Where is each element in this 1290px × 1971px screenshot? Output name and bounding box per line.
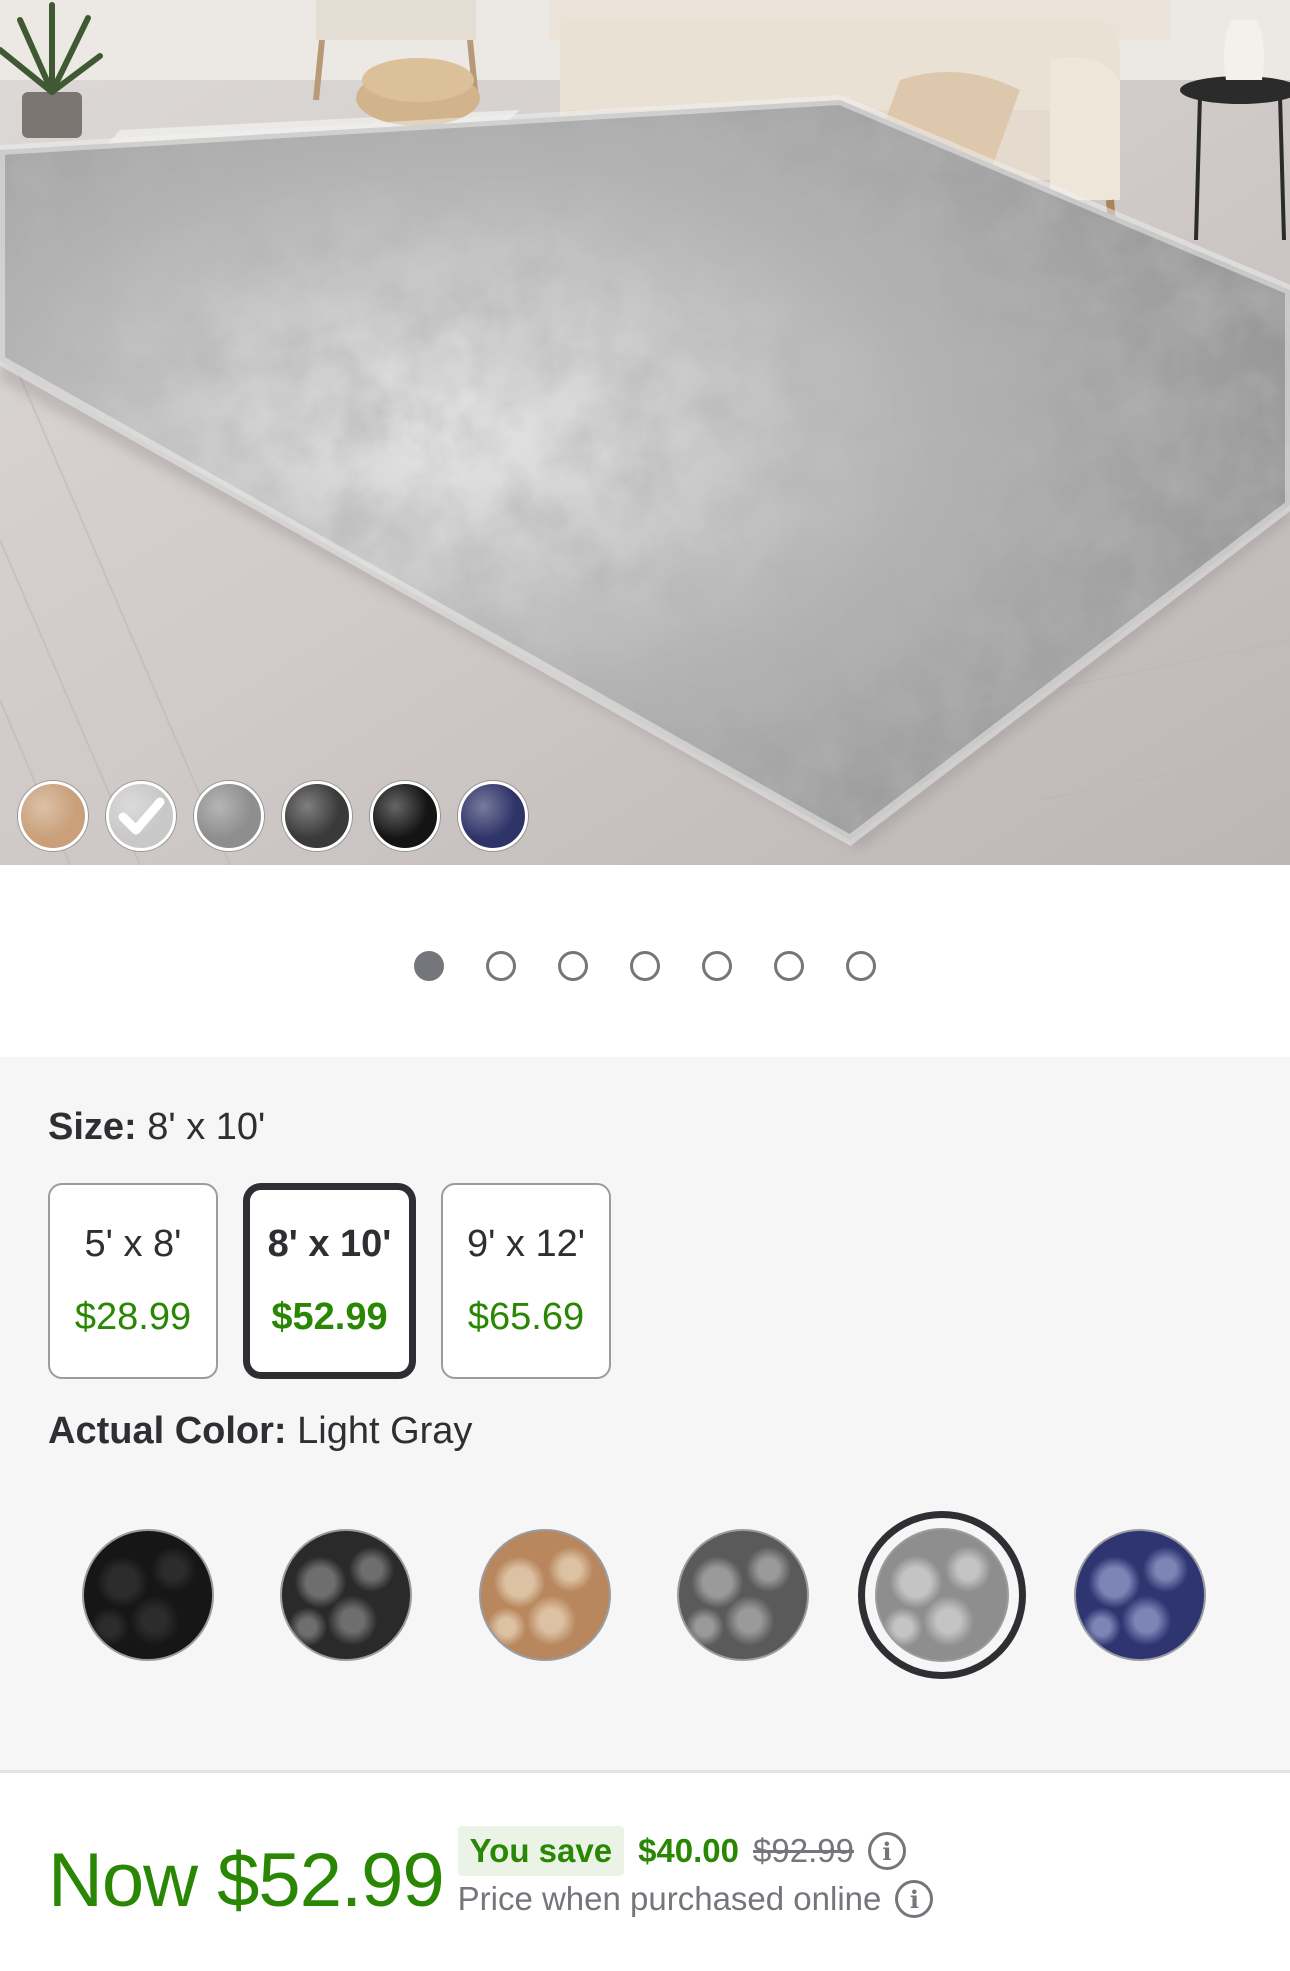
tan-rug-swatch[interactable]	[18, 781, 88, 851]
size-option-price: $65.69	[467, 1296, 585, 1338]
color-label: Actual Color:	[48, 1410, 287, 1452]
carousel-pagination	[0, 865, 1290, 1057]
info-icon[interactable]: i	[895, 1880, 934, 1918]
light-gray-swatch	[874, 1528, 1009, 1662]
color-label-row: Actual Color: Light Gray	[48, 1409, 1242, 1453]
dark-gray-swatch	[677, 1529, 810, 1661]
size-label: Size:	[48, 1106, 137, 1148]
tan-swatch	[478, 1529, 611, 1661]
navy-swatch	[1073, 1529, 1206, 1661]
color-swatch-button[interactable]	[262, 1511, 430, 1679]
product-photo	[0, 0, 1290, 865]
product-image-carousel[interactable]	[0, 0, 1290, 865]
navy-rug-swatch[interactable]	[458, 781, 528, 851]
price-note: Price when purchased online	[457, 1880, 882, 1917]
color-swatch-button[interactable]	[1056, 1511, 1224, 1679]
size-label-row: Size: 8' x 10'	[48, 1105, 1242, 1149]
size-option-card[interactable]: 8' x 10' $52.99	[243, 1183, 416, 1379]
current-price: Now $52.99	[48, 1837, 445, 1923]
color-swatch-button[interactable]	[857, 1511, 1026, 1679]
color-swatch-button[interactable]	[659, 1511, 827, 1679]
info-icon[interactable]: i	[867, 1832, 906, 1870]
online-price-row: Price when purchased online i	[458, 1880, 934, 1918]
carousel-dot[interactable]	[702, 951, 732, 981]
savings-row: You save $40.00 $92.99 i	[457, 1826, 934, 1876]
size-option-price: $28.99	[74, 1296, 192, 1338]
black-rug-swatch[interactable]	[370, 781, 440, 851]
color-swatch-row	[48, 1511, 1224, 1679]
you-save-badge: You save	[457, 1826, 625, 1876]
color-swatch-button[interactable]	[461, 1511, 629, 1679]
size-option-name: 5' x 8'	[84, 1223, 182, 1265]
size-option-card[interactable]: 9' x 12' $65.69	[441, 1183, 611, 1379]
carousel-dot[interactable]	[630, 951, 660, 981]
price-details: You save $40.00 $92.99 i Price when purc…	[457, 1826, 934, 1918]
charcoal-swatch	[280, 1529, 413, 1661]
color-swatch-button[interactable]	[64, 1511, 232, 1679]
carousel-dot[interactable]	[774, 951, 804, 981]
size-option-card[interactable]: 5' x 8' $28.99	[48, 1183, 218, 1379]
carousel-dot[interactable]	[846, 951, 876, 981]
size-options: 5' x 8' $28.99 8' x 10' $52.99 9' x 12' $65.6…	[48, 1183, 1242, 1379]
was-price: $92.99	[753, 1832, 854, 1869]
variant-options-panel: Size: 8' x 10' 5' x 8' $28.99 8' x 10' $52.…	[0, 1057, 1290, 1770]
size-option-name: 9' x 12'	[466, 1223, 586, 1265]
checkmark-icon	[109, 784, 173, 848]
carousel-dot[interactable]	[486, 951, 516, 981]
light-gray-rug-swatch[interactable]	[106, 781, 176, 851]
price-bar: Now $52.99 You save $40.00 $92.99 i Pric…	[0, 1770, 1290, 1971]
carousel-dot[interactable]	[414, 951, 444, 981]
black-swatch	[82, 1529, 214, 1661]
gray-rug-swatch[interactable]	[194, 781, 264, 851]
size-option-name: 8' x 10'	[267, 1223, 392, 1265]
savings-amount: $40.00	[638, 1832, 740, 1869]
carousel-dot[interactable]	[558, 951, 588, 981]
color-thumbnail-strip	[18, 781, 528, 851]
size-selected-value: 8' x 10'	[147, 1106, 266, 1148]
charcoal-rug-swatch[interactable]	[282, 781, 352, 851]
size-option-price: $52.99	[271, 1296, 388, 1338]
color-selected-value: Light Gray	[297, 1410, 473, 1452]
